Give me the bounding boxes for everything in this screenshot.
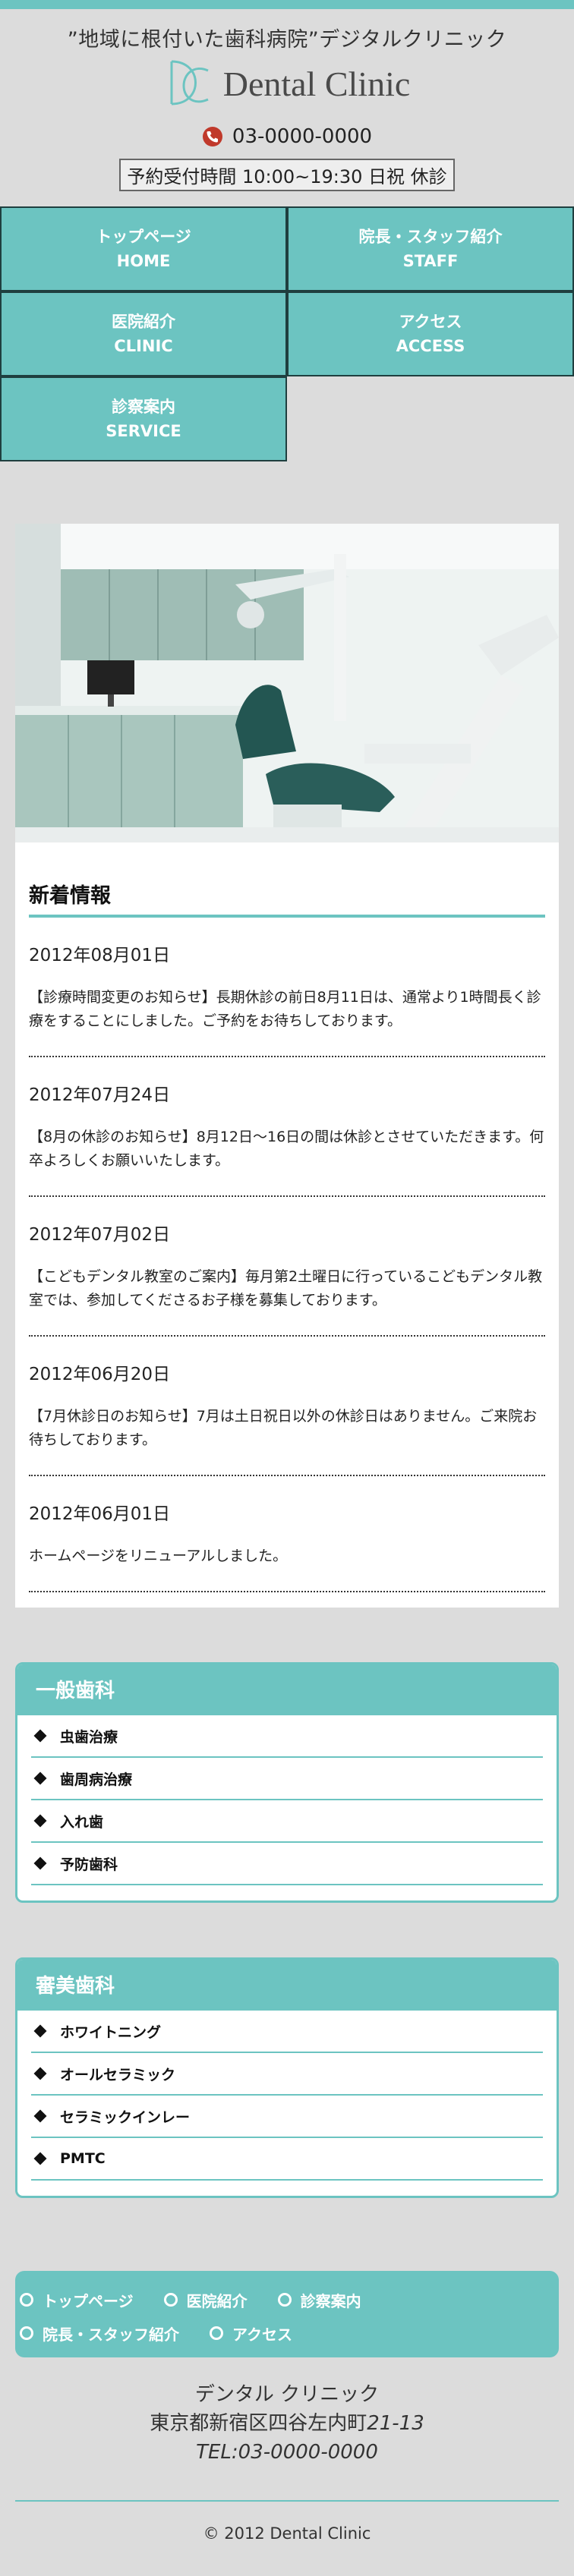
cosmetic-dentistry-heading: 審美歯科 [17,1960,557,2011]
news-body: 【7月休診日のお知らせ】7月は土日祝日以外の休診日はありません。ご来院お待ちして… [29,1408,538,1448]
cosmetic-link-pmtc[interactable]: PMTC [31,2138,543,2181]
news-date: 2012年07月02日 [29,1225,171,1245]
nav-access[interactable]: アクセス ACCESS [287,291,574,376]
nav-label-en: STAFF [402,252,459,270]
news-item: 2012年06月20日 【7月休診日のお知らせ】7月は土日祝日以外の休診日はあり… [29,1337,545,1476]
news-section: 新着情報 2012年08月01日 【診療時間変更のお知らせ】長期休診の前日8月1… [15,842,559,1608]
dc-monogram-logo-icon [170,60,209,105]
footer-link-clinic[interactable]: 医院紹介 [163,2283,248,2316]
nav-label-en: ACCESS [396,337,465,355]
phone-text: 03-0000-0000 [232,125,373,148]
copyright-text: © 2012 Dental Clinic [203,2524,371,2543]
footer-link-label: 院長・スタッフ紹介 [43,2325,179,2344]
footer-link-label: アクセス [232,2325,292,2344]
circle-bullet-icon [20,2293,33,2307]
copyright-bar: © 2012 Dental Clinic [15,2500,559,2576]
footer-link-label: 診察案内 [300,2291,361,2310]
main-content: 新着情報 2012年08月01日 【診療時間変更のお知らせ】長期休診の前日8月1… [15,524,559,1608]
footer-link-access[interactable]: アクセス [210,2316,292,2350]
footer-link-service[interactable]: 診察案内 [277,2283,361,2316]
nav-clinic[interactable]: 医院紹介 CLINIC [0,291,287,376]
footer-link-label: 医院紹介 [186,2291,248,2310]
street-number: 21-13 [367,2412,424,2435]
footer-link-staff[interactable]: 院長・スタッフ紹介 [20,2316,179,2350]
street-prefix: 東京都新宿区四谷左内町 [150,2412,367,2435]
clinic-name: デンタル クリニック [194,2383,380,2406]
general-link-cavity[interactable]: 虫歯治療 [31,1715,543,1758]
news-body: 【診療時間変更のお知らせ】長期休診の前日8月11日は、通常より1時間長く診療をす… [29,989,541,1029]
cosmetic-link-label: セラミックインレー [60,2108,191,2126]
reception-hours: 予約受付時間 10:00~19:30 日祝 休診 [119,159,455,191]
diamond-bullet-icon [33,1856,47,1870]
footer-link-home[interactable]: トップページ [20,2283,134,2316]
nav-label-ja: アクセス [399,313,462,331]
general-link-dentures[interactable]: 入れ歯 [31,1800,543,1843]
circle-bullet-icon [277,2293,292,2307]
general-link-label: 虫歯治療 [60,1728,118,1746]
diamond-bullet-icon [33,2067,47,2080]
nav-label-ja: トップページ [96,228,191,246]
general-link-label: 歯周病治療 [60,1771,133,1788]
circle-bullet-icon [163,2293,178,2307]
general-dentistry-panel: 一般歯科 虫歯治療 歯周病治療 入れ歯 予防歯科 [15,1662,559,1903]
tagline: ”地域に根付いた歯科病院”デジタルクリニック [67,28,507,52]
diamond-bullet-icon [33,1729,47,1743]
nav-label-en: HOME [116,252,171,270]
nav-service[interactable]: 診察案内 SERVICE [0,376,287,461]
clinic-address: デンタル クリニック 東京都新宿区四谷左内町21-13 TEL:03-0000-… [0,2380,574,2467]
nav-label-ja: 院長・スタッフ紹介 [358,228,503,246]
site-logo[interactable]: Dental Clinic [0,55,574,112]
footer-link-label: トップページ [43,2291,134,2310]
news-body: 【8月の休診のお知らせ】8月12日〜16日の間は休診とさせていただきます。何卒よ… [29,1129,544,1169]
cosmetic-link-whitening[interactable]: ホワイトニング [31,2011,543,2053]
nav-staff[interactable]: 院長・スタッフ紹介 STAFF [287,206,574,291]
general-link-label: 予防歯科 [60,1856,118,1873]
street-address: 東京都新宿区四谷左内町21-13 [0,2409,574,2438]
footer-tel: TEL:03-0000-0000 [196,2441,378,2464]
general-link-periodontal[interactable]: 歯周病治療 [31,1758,543,1800]
cosmetic-link-label: オールセラミック [60,2066,176,2083]
news-heading: 新着情報 [29,879,545,918]
cosmetic-dentistry-panel: 審美歯科 ホワイトニング オールセラミック セラミックインレー PMTC [15,1957,559,2198]
circle-bullet-icon [20,2326,33,2340]
cosmetic-dentistry-list: ホワイトニング オールセラミック セラミックインレー PMTC [17,2011,557,2196]
main-nav: トップページ HOME 院長・スタッフ紹介 STAFF 医院紹介 CLINIC … [0,206,574,461]
cosmetic-link-label: ホワイトニング [60,2023,162,2041]
footer-nav: トップページ 医院紹介 診察案内 院長・スタッフ紹介 アクセス [15,2271,559,2357]
news-item: 2012年08月01日 【診療時間変更のお知らせ】長期休診の前日8月11日は、通… [29,918,545,1057]
diamond-bullet-icon [33,1771,47,1785]
news-body: 【こどもデンタル教室のご案内】毎月第2土曜日に行っているこどもデンタル教室では、… [29,1268,543,1308]
news-item: 2012年07月24日 【8月の休診のお知らせ】8月12日〜16日の間は休診とさ… [29,1057,545,1197]
general-dentistry-list: 虫歯治療 歯周病治療 入れ歯 予防歯科 [17,1715,557,1901]
hero-dental-room-image [15,524,559,842]
nav-home[interactable]: トップページ HOME [0,206,287,291]
cosmetic-link-label: PMTC [60,2150,106,2167]
circle-bullet-icon [210,2326,223,2340]
general-dentistry-heading: 一般歯科 [17,1664,557,1715]
site-header: ”地域に根付いた歯科病院”デジタルクリニック Dental Clinic 03-… [0,9,574,191]
diamond-bullet-icon [33,1814,47,1828]
nav-label-en: SERVICE [106,422,181,440]
cosmetic-link-ceramic-inlay[interactable]: セラミックインレー [31,2096,543,2138]
general-link-preventive[interactable]: 予防歯科 [31,1843,543,1885]
news-date: 2012年07月24日 [29,1085,171,1105]
news-date: 2012年08月01日 [29,946,171,965]
nav-label-ja: 医院紹介 [112,313,175,331]
news-body: ホームページをリニューアルしました。 [29,1548,288,1564]
news-item: 2012年07月02日 【こどもデンタル教室のご案内】毎月第2土曜日に行っている… [29,1197,545,1337]
nav-label-ja: 診察案内 [112,398,175,416]
news-date: 2012年06月20日 [29,1365,171,1384]
general-link-label: 入れ歯 [60,1813,104,1831]
top-accent-bar [0,0,574,9]
logo-text: Dental Clinic [222,64,411,103]
nav-label-en: CLINIC [114,337,173,355]
phone-icon [202,127,222,146]
news-date: 2012年06月01日 [29,1504,171,1524]
diamond-bullet-icon [33,2152,47,2165]
phone-number[interactable]: 03-0000-0000 [0,125,574,148]
cosmetic-link-all-ceramic[interactable]: オールセラミック [31,2053,543,2096]
diamond-bullet-icon [33,2109,47,2123]
diamond-bullet-icon [33,2024,47,2038]
news-item: 2012年06月01日 ホームページをリニューアルしました。 [29,1476,545,1592]
